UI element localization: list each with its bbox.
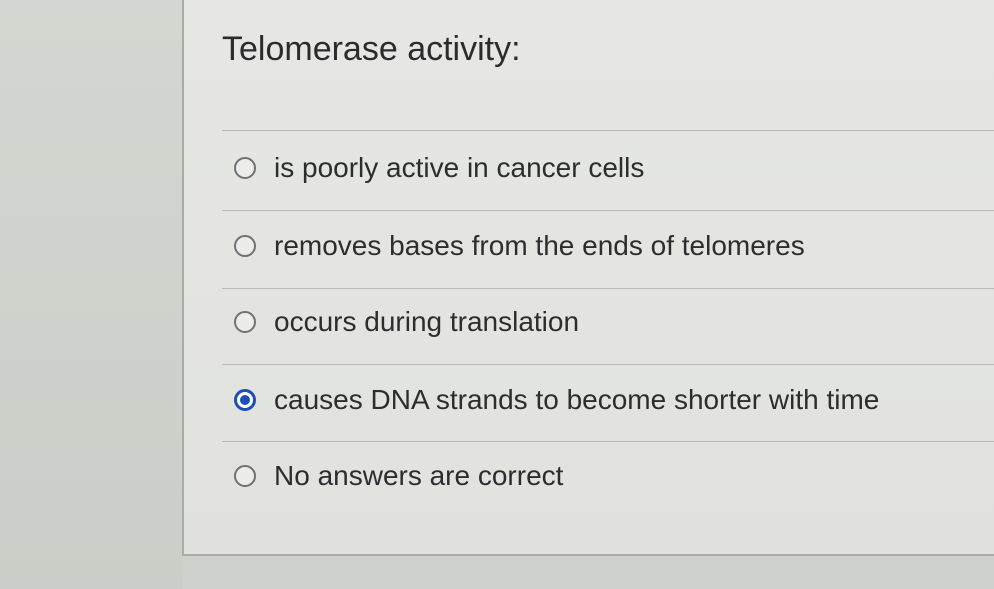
divider bbox=[222, 288, 994, 289]
question-card: Telomerase activity: is poorly active in… bbox=[182, 0, 994, 556]
option-label: is poorly active in cancer cells bbox=[274, 152, 645, 183]
answer-option-5[interactable]: No answers are correct bbox=[234, 456, 563, 496]
question-title: Telomerase activity: bbox=[222, 30, 521, 68]
option-label: occurs during translation bbox=[274, 306, 580, 337]
radio-unchecked-icon[interactable] bbox=[234, 235, 256, 257]
divider bbox=[222, 441, 994, 442]
left-margin bbox=[0, 0, 182, 589]
option-label: causes DNA strands to become shorter wit… bbox=[274, 384, 880, 415]
radio-checked-icon[interactable] bbox=[234, 389, 256, 411]
answer-option-1[interactable]: is poorly active in cancer cells bbox=[234, 148, 644, 188]
divider bbox=[222, 130, 994, 131]
radio-unchecked-icon[interactable] bbox=[234, 157, 256, 179]
option-label: removes bases from the ends of telomeres bbox=[274, 230, 805, 261]
divider bbox=[222, 364, 994, 365]
divider bbox=[222, 210, 994, 211]
answer-option-4[interactable]: causes DNA strands to become shorter wit… bbox=[234, 380, 879, 420]
option-label: No answers are correct bbox=[274, 460, 564, 491]
radio-unchecked-icon[interactable] bbox=[234, 311, 256, 333]
answer-option-2[interactable]: removes bases from the ends of telomeres bbox=[234, 226, 805, 266]
answer-option-3[interactable]: occurs during translation bbox=[234, 302, 579, 342]
radio-unchecked-icon[interactable] bbox=[234, 465, 256, 487]
